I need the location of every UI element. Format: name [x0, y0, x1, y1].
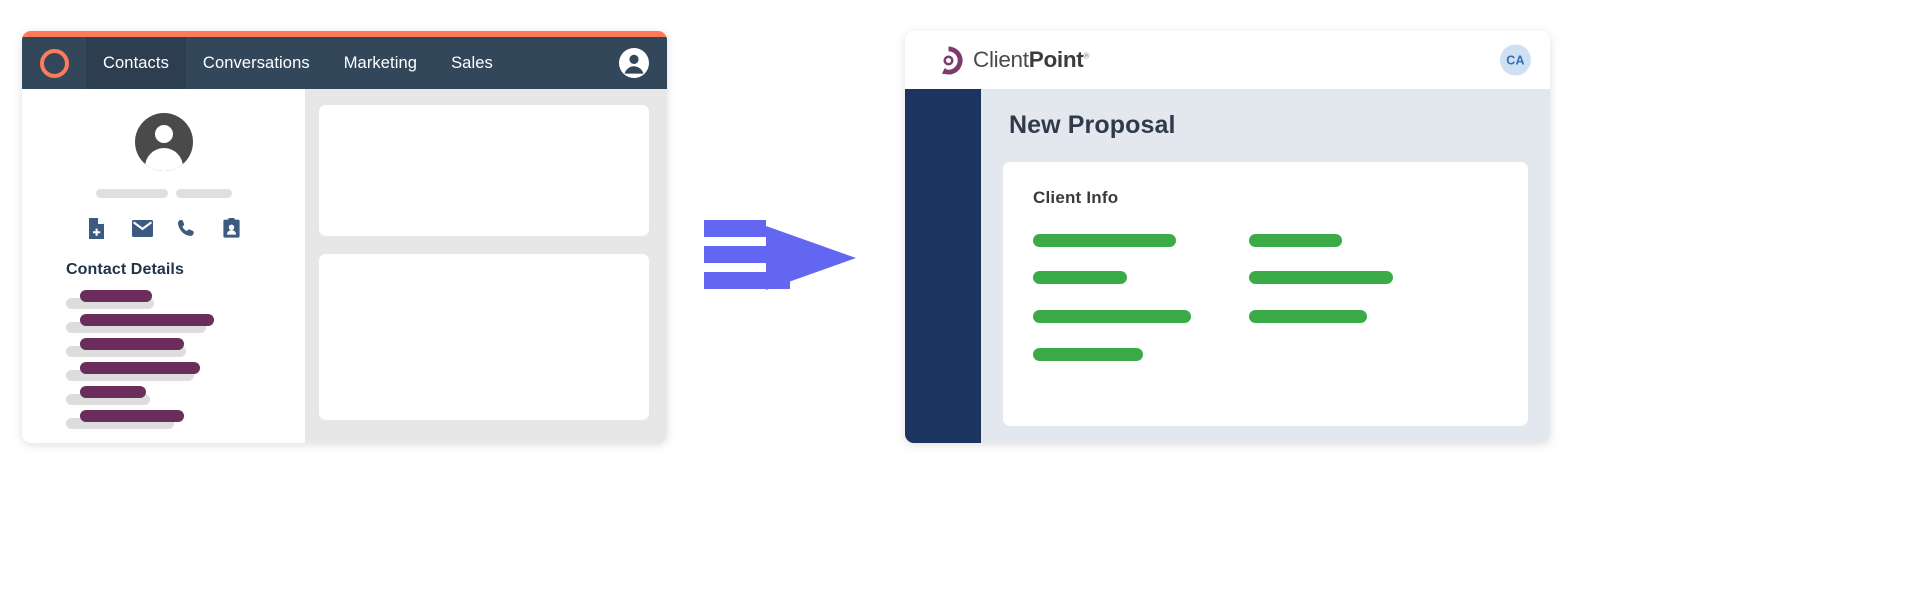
- page-title: New Proposal: [1009, 111, 1176, 139]
- client-info-value: [1033, 310, 1191, 323]
- content-card-secondary: [319, 254, 649, 420]
- hubspot-sprocket-logo: [39, 48, 69, 78]
- crm-contact-sidebar: Contact Details: [22, 89, 305, 443]
- client-info-value: [1249, 234, 1342, 247]
- logo-text-bold: Point: [1028, 47, 1084, 72]
- nav-item-label: Contacts: [103, 53, 169, 72]
- client-info-value: [1033, 234, 1176, 247]
- clientpoint-window: ClientPoint® CA New Proposal Client Info: [905, 31, 1550, 443]
- nav-item-label: Marketing: [343, 53, 418, 72]
- detail-row: [66, 385, 305, 409]
- avatar[interactable]: CA: [1500, 44, 1531, 76]
- contact-name-placeholders: [95, 189, 232, 198]
- detail-row-value: [80, 338, 184, 350]
- clientpoint-logo-mark: [933, 45, 964, 76]
- client-info-value: [1249, 310, 1367, 323]
- registered-trademark-icon: ®: [1083, 51, 1090, 61]
- nav-item-contacts[interactable]: Contacts: [86, 37, 186, 89]
- clientpoint-sidebar[interactable]: [905, 89, 981, 443]
- clientpoint-logo-text: ClientPoint®: [973, 47, 1089, 73]
- logo-text-light: Client: [973, 47, 1029, 72]
- crm-top-nav: Contacts Conversations Marketing Sales: [22, 37, 667, 89]
- clientpoint-header: ClientPoint® CA: [905, 31, 1550, 89]
- detail-row: [66, 361, 305, 385]
- detail-row-value: [80, 386, 146, 398]
- client-info-value: [1249, 271, 1393, 284]
- detail-row-value: [80, 362, 200, 374]
- placeholder-bar: [95, 189, 168, 198]
- comparison-graphic: Contacts Conversations Marketing Sales C…: [0, 0, 1920, 598]
- detail-row: [66, 289, 305, 313]
- transfer-arrow-icon: [704, 208, 856, 308]
- client-info-fields: [1033, 234, 1528, 384]
- detail-row: [66, 313, 305, 337]
- detail-row-value: [80, 314, 214, 326]
- clientpoint-logo: ClientPoint®: [933, 45, 1089, 76]
- avatar-initials: CA: [1506, 53, 1525, 67]
- email-icon[interactable]: [131, 218, 153, 239]
- clientpoint-content: New Proposal Client Info: [981, 89, 1550, 443]
- add-note-icon[interactable]: [87, 218, 106, 239]
- detail-row: [66, 409, 305, 433]
- crm-logo-button[interactable]: [22, 37, 86, 89]
- contact-card-icon[interactable]: [222, 218, 241, 239]
- nav-item-sales[interactable]: Sales: [434, 37, 510, 89]
- user-circle-icon[interactable]: [619, 48, 649, 78]
- contact-details-heading: Contact Details: [66, 261, 184, 278]
- contact-detail-rows: [22, 279, 305, 433]
- nav-item-label: Sales: [451, 53, 493, 72]
- placeholder-bar: [175, 189, 232, 198]
- contact-avatar-icon: [134, 113, 193, 171]
- content-card-primary: [319, 105, 649, 236]
- detail-row-value: [80, 290, 152, 302]
- detail-row: [66, 337, 305, 361]
- client-info-heading: Client Info: [1033, 188, 1119, 207]
- crm-window: Contacts Conversations Marketing Sales C…: [22, 31, 667, 443]
- crm-body: Contact Details: [22, 89, 667, 443]
- contact-action-bar: [87, 218, 241, 239]
- crm-main-panel: [305, 89, 667, 443]
- detail-row-value: [80, 410, 184, 422]
- call-icon[interactable]: [177, 218, 196, 239]
- nav-item-marketing[interactable]: Marketing: [327, 37, 434, 89]
- client-info-value: [1033, 271, 1127, 284]
- client-info-card: Client Info: [1003, 162, 1528, 426]
- nav-item-conversations[interactable]: Conversations: [186, 37, 327, 89]
- nav-item-label: Conversations: [202, 53, 310, 72]
- client-info-value: [1033, 348, 1143, 361]
- clientpoint-body: New Proposal Client Info: [905, 89, 1550, 443]
